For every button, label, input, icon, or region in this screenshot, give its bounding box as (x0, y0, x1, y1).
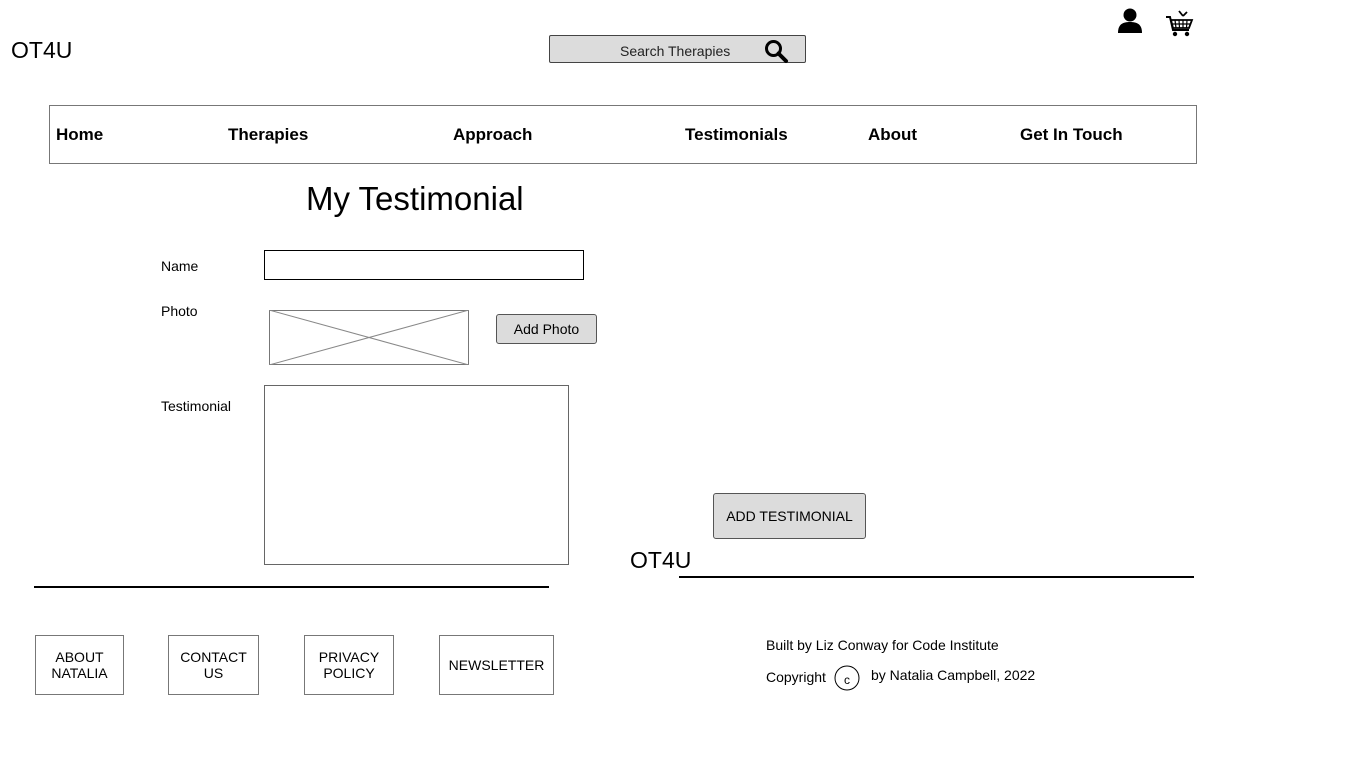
add-testimonial-button[interactable]: ADD TESTIMONIAL (713, 493, 866, 539)
footer-divider-left (34, 586, 549, 588)
footer-link-about-natalia[interactable]: ABOUT NATALIA (35, 635, 124, 695)
nav-item-home[interactable]: Home (56, 125, 103, 145)
photo-label: Photo (161, 303, 198, 319)
search-input[interactable]: Search Therapies (620, 43, 730, 59)
photo-placeholder (269, 310, 469, 365)
footer-link-line: ABOUT (55, 649, 104, 665)
footer-link-privacy-policy[interactable]: PRIVACY POLICY (304, 635, 394, 695)
nav-item-get-in-touch[interactable]: Get In Touch (1020, 125, 1123, 145)
footer-logo[interactable]: OT4U (630, 547, 691, 574)
testimonial-field[interactable] (264, 385, 569, 565)
footer-link-line: NATALIA (51, 665, 108, 681)
nav-item-testimonials[interactable]: Testimonials (685, 125, 788, 145)
page-title: My Testimonial (306, 180, 524, 217)
copyright-icon: c (834, 665, 860, 691)
cart-icon[interactable] (1165, 9, 1195, 39)
footer-credit: Built by Liz Conway for Code Institute (766, 637, 999, 653)
footer-link-line: NEWSLETTER (448, 657, 545, 673)
testimonial-label: Testimonial (161, 398, 232, 414)
search-bar[interactable]: Search Therapies (549, 35, 806, 63)
site-logo[interactable]: OT4U (11, 37, 72, 64)
copyright-owner: by Natalia Campbell, 2022 (871, 667, 1036, 683)
footer-link-line: US (203, 665, 224, 681)
copyright-label: Copyright (766, 669, 826, 685)
footer-divider-right (679, 576, 1194, 578)
footer-link-newsletter[interactable]: NEWSLETTER (439, 635, 554, 695)
copyright-symbol: c (844, 673, 850, 687)
name-field[interactable] (264, 250, 584, 280)
user-icon[interactable] (1116, 7, 1144, 35)
footer-link-line: POLICY (323, 665, 375, 681)
add-photo-button[interactable]: Add Photo (496, 314, 597, 344)
footer-link-line: CONTACT (180, 649, 247, 665)
nav-item-therapies[interactable]: Therapies (228, 125, 308, 145)
footer-link-line: PRIVACY (318, 649, 380, 665)
main-nav: Home Therapies Approach Testimonials Abo… (49, 105, 1197, 164)
search-icon[interactable] (763, 38, 789, 64)
nav-item-approach[interactable]: Approach (453, 125, 532, 145)
nav-item-about[interactable]: About (868, 125, 917, 145)
name-label: Name (161, 258, 199, 274)
footer-link-contact-us[interactable]: CONTACT US (168, 635, 259, 695)
